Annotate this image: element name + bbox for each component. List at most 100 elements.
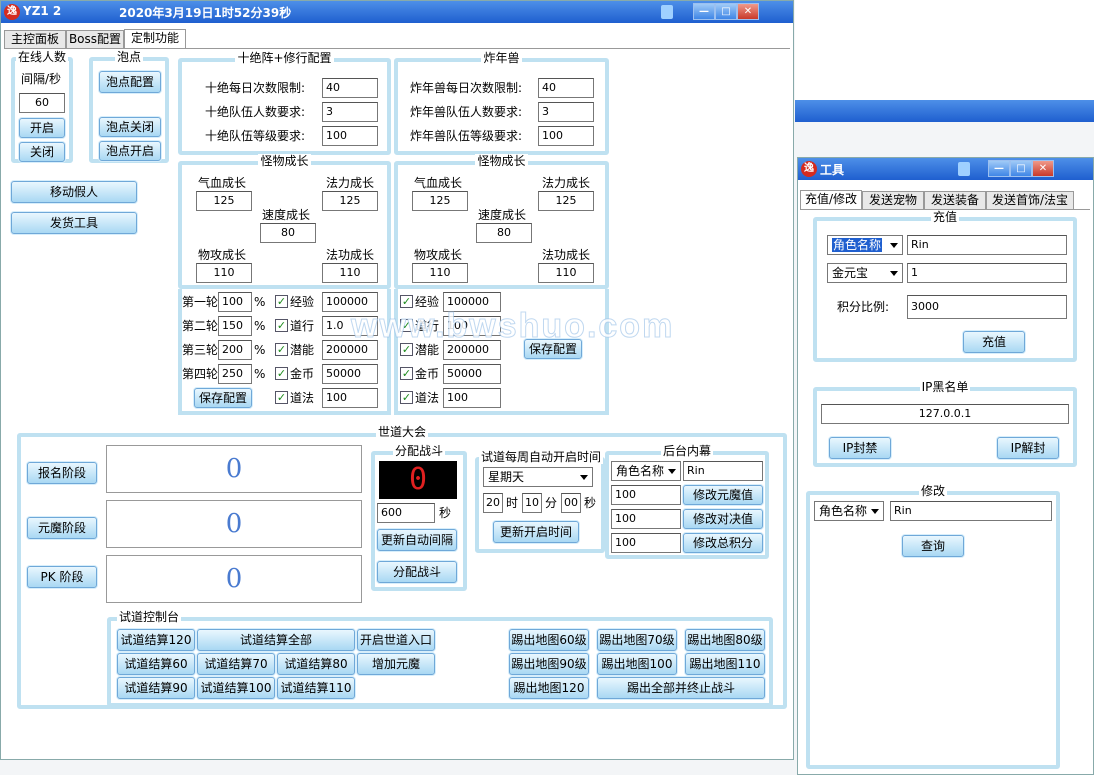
modify-duel-button[interactable]: 修改对决值 — [683, 509, 763, 529]
kick-map-60-button[interactable]: 踢出地图60级 — [509, 629, 589, 651]
online-close-button[interactable]: 关闭 — [19, 142, 65, 162]
online-open-button[interactable]: 开启 — [19, 118, 65, 138]
reward-value-input[interactable]: 100 — [443, 388, 501, 408]
tool-titlebar[interactable]: 逸 工具 — □ ✕ — [798, 158, 1093, 180]
hour-input[interactable]: 20 — [483, 493, 503, 513]
round-pct-input[interactable]: 150 — [218, 316, 252, 336]
hp-growth-input[interactable]: 125 — [196, 191, 252, 211]
backstage-role-select[interactable]: 角色名称 — [611, 461, 681, 481]
update-auto-interval-button[interactable]: 更新自动间隔 — [377, 529, 457, 551]
yuanmo-value-input[interactable]: 100 — [611, 485, 681, 505]
ratio-input[interactable]: 3000 — [907, 295, 1067, 319]
round-pct-input[interactable]: 200 — [218, 340, 252, 360]
exp-checkbox[interactable]: ✓ — [275, 295, 288, 308]
tab-boss-config[interactable]: Boss配置 — [66, 30, 124, 48]
maximize-icon[interactable]: □ — [715, 3, 737, 20]
modify-yuanmo-button[interactable]: 修改元魔值 — [683, 485, 763, 505]
tab-recharge-modify[interactable]: 充值/修改 — [800, 190, 862, 209]
bubble-on-button[interactable]: 泡点开启 — [99, 141, 161, 161]
move-fake-player-button[interactable]: 移动假人 — [11, 181, 137, 203]
currency-select[interactable]: 金元宝 — [827, 263, 903, 283]
attack-growth-input[interactable]: 110 — [196, 263, 252, 283]
close-icon[interactable]: ✕ — [1032, 160, 1054, 177]
ip-ban-button[interactable]: IP封禁 — [829, 437, 891, 459]
recharge-role-input[interactable]: Rin — [907, 235, 1067, 255]
settle-80-button[interactable]: 试道结算80 — [277, 653, 355, 675]
ship-tool-button[interactable]: 发货工具 — [11, 212, 137, 234]
modify-total-score-button[interactable]: 修改总积分 — [683, 533, 763, 553]
settle-120-button[interactable]: 试道结算120 — [117, 629, 195, 651]
settle-90-button[interactable]: 试道结算90 — [117, 677, 195, 699]
settle-all-button[interactable]: 试道结算全部 — [197, 629, 355, 651]
settle-70-button[interactable]: 试道结算70 — [197, 653, 275, 675]
backstage-name-input[interactable]: Rin — [683, 461, 763, 481]
kick-map-90-button[interactable]: 踢出地图90级 — [509, 653, 589, 675]
fight-seconds-input[interactable]: 600 — [377, 503, 435, 523]
mp-growth-input[interactable]: 125 — [322, 191, 378, 211]
bubble-off-button[interactable]: 泡点关闭 — [99, 117, 161, 137]
minimize-icon[interactable]: — — [693, 3, 715, 20]
shijue-team-size-input[interactable]: 3 — [322, 102, 378, 122]
kick-map-120-button[interactable]: 踢出地图120 — [509, 677, 589, 699]
daoxing-checkbox[interactable]: ✓ — [275, 319, 288, 332]
minute-input[interactable]: 10 — [522, 493, 542, 513]
duel-value-input[interactable]: 100 — [611, 509, 681, 529]
round-pct-input[interactable]: 100 — [218, 292, 252, 312]
tab-send-equipment[interactable]: 发送装备 — [924, 191, 986, 209]
shijue-team-level-input[interactable]: 100 — [322, 126, 378, 146]
daofa-checkbox[interactable]: ✓ — [275, 391, 288, 404]
ip-unban-button[interactable]: IP解封 — [997, 437, 1059, 459]
reward-value-input[interactable]: 100 — [322, 388, 378, 408]
modify-role-select[interactable]: 角色名称 — [814, 501, 884, 521]
currency-amount-input[interactable]: 1 — [907, 263, 1067, 283]
speed-growth-input[interactable]: 80 — [260, 223, 316, 243]
signup-stage-button[interactable]: 报名阶段 — [27, 462, 97, 484]
settle-100-button[interactable]: 试道结算100 — [197, 677, 275, 699]
gold-checkbox[interactable]: ✓ — [400, 367, 413, 380]
round-pct-input[interactable]: 250 — [218, 364, 252, 384]
nianshou-daily-limit-input[interactable]: 40 — [538, 78, 594, 98]
magic-attack-growth-input[interactable]: 110 — [322, 263, 378, 283]
kick-map-70-button[interactable]: 踢出地图70级 — [597, 629, 677, 651]
minimize-icon[interactable]: — — [988, 160, 1010, 177]
weekday-select[interactable]: 星期天 — [483, 467, 593, 487]
assign-fight-button[interactable]: 分配战斗 — [377, 561, 457, 583]
recharge-role-select[interactable]: 角色名称 — [827, 235, 903, 255]
nianshou-team-level-input[interactable]: 100 — [538, 126, 594, 146]
kick-all-stop-fight-button[interactable]: 踢出全部并终止战斗 — [597, 677, 765, 699]
ip-input[interactable]: 127.0.0.1 — [821, 404, 1069, 424]
update-open-time-button[interactable]: 更新开启时间 — [493, 521, 579, 543]
pin-icon[interactable] — [958, 162, 970, 176]
second-input[interactable]: 00 — [561, 493, 581, 513]
recharge-button[interactable]: 充值 — [963, 331, 1025, 353]
speed-growth-input[interactable]: 80 — [476, 223, 532, 243]
tab-send-pet[interactable]: 发送宠物 — [862, 191, 924, 209]
save-config-left-button[interactable]: 保存配置 — [194, 388, 252, 408]
total-score-input[interactable]: 100 — [611, 533, 681, 553]
modify-role-input[interactable]: Rin — [890, 501, 1052, 521]
tab-main-panel[interactable]: 主控面板 — [4, 30, 66, 48]
kick-map-100-button[interactable]: 踢出地图100 — [597, 653, 677, 675]
shijue-daily-limit-input[interactable]: 40 — [322, 78, 378, 98]
potential-checkbox[interactable]: ✓ — [275, 343, 288, 356]
maximize-icon[interactable]: □ — [1010, 160, 1032, 177]
close-icon[interactable]: ✕ — [737, 3, 759, 20]
pk-stage-button[interactable]: PK 阶段 — [27, 566, 97, 588]
mp-growth-input[interactable]: 125 — [538, 191, 594, 211]
yuanmo-stage-button[interactable]: 元魔阶段 — [27, 517, 97, 539]
settle-60-button[interactable]: 试道结算60 — [117, 653, 195, 675]
reward-value-input[interactable]: 50000 — [322, 364, 378, 384]
open-shidao-entrance-button[interactable]: 开启世道入口 — [357, 629, 435, 651]
magic-attack-growth-input[interactable]: 110 — [538, 263, 594, 283]
attack-growth-input[interactable]: 110 — [412, 263, 468, 283]
bubble-config-button[interactable]: 泡点配置 — [99, 71, 161, 93]
query-button[interactable]: 查询 — [902, 535, 964, 557]
kick-map-110-button[interactable]: 踢出地图110 — [685, 653, 765, 675]
main-titlebar[interactable]: 逸 YZ1 2 2020年3月19日1时52分39秒 — □ ✕ — [1, 1, 793, 23]
gold-checkbox[interactable]: ✓ — [275, 367, 288, 380]
daofa-checkbox[interactable]: ✓ — [400, 391, 413, 404]
kick-map-80-button[interactable]: 踢出地图80级 — [685, 629, 765, 651]
reward-value-input[interactable]: 50000 — [443, 364, 501, 384]
nianshou-team-size-input[interactable]: 3 — [538, 102, 594, 122]
add-yuanmo-button[interactable]: 增加元魔 — [357, 653, 435, 675]
